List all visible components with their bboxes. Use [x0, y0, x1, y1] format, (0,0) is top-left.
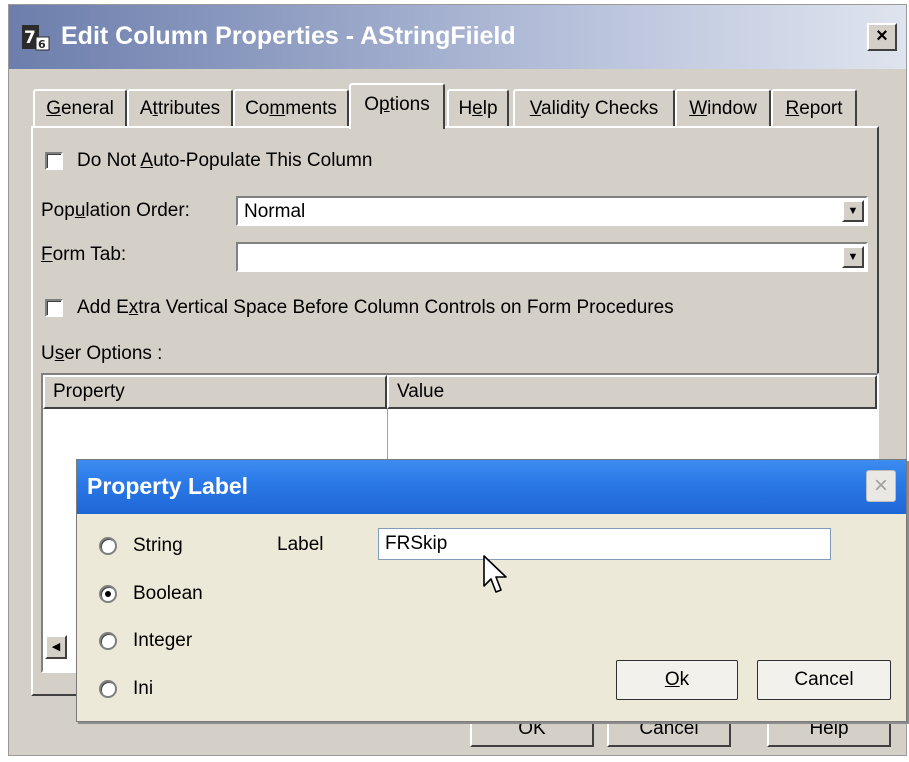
- label-input[interactable]: FRSkip: [378, 528, 831, 560]
- property-label-title-bar[interactable]: Property Label ×: [77, 460, 906, 514]
- tab-comments[interactable]: Comments: [233, 89, 349, 127]
- mouse-pointer-icon: [483, 555, 507, 593]
- no-autopopulate-label: Do Not Auto-Populate This Column: [77, 150, 373, 171]
- extra-space-label: Add Extra Vertical Space Before Column C…: [77, 297, 674, 318]
- tab-help[interactable]: Help: [447, 89, 509, 127]
- radio-string[interactable]: [99, 537, 117, 555]
- property-label-title: Property Label: [87, 473, 249, 499]
- tab-general[interactable]: General: [33, 89, 127, 127]
- dialog-ok-button[interactable]: Ok: [616, 660, 738, 700]
- radio-ini[interactable]: [99, 680, 117, 698]
- dropdown-arrow-icon[interactable]: ▼: [842, 200, 864, 222]
- form-tab-select[interactable]: ▼: [236, 242, 868, 272]
- tab-report[interactable]: Report: [771, 89, 857, 127]
- tab-validity-checks[interactable]: Validity Checks: [513, 89, 675, 127]
- no-autopopulate-checkbox[interactable]: [45, 152, 63, 170]
- population-order-select[interactable]: Normal ▼: [236, 196, 868, 226]
- tab-window[interactable]: Window: [675, 89, 771, 127]
- radio-boolean[interactable]: [99, 585, 117, 603]
- close-button[interactable]: ×: [867, 23, 897, 51]
- close-icon[interactable]: ×: [866, 470, 896, 502]
- grid-header-value[interactable]: Value: [387, 375, 877, 409]
- dialog-cancel-button[interactable]: Cancel: [757, 660, 891, 700]
- population-order-label: Population Order:: [41, 200, 190, 221]
- dropdown-arrow-icon[interactable]: ▼: [842, 246, 864, 268]
- label-caption: Label: [277, 534, 324, 555]
- tab-attributes[interactable]: Attributes: [127, 89, 233, 127]
- radio-integer-label: Integer: [133, 630, 193, 651]
- svg-text:6: 6: [38, 38, 46, 51]
- tab-options[interactable]: Options: [349, 83, 445, 129]
- radio-string-label: String: [133, 535, 183, 556]
- population-order-value: Normal: [244, 201, 306, 222]
- radio-integer[interactable]: [99, 632, 117, 650]
- window-title: Edit Column Properties - AStringFiield: [61, 22, 516, 50]
- radio-ini-label: Ini: [133, 678, 154, 699]
- extra-space-checkbox[interactable]: [45, 299, 63, 317]
- radio-boolean-label: Boolean: [133, 583, 203, 604]
- form-tab-label: Form Tab:: [41, 244, 127, 265]
- scroll-left-arrow-icon[interactable]: ◀: [45, 635, 67, 659]
- grid-header-property[interactable]: Property: [43, 375, 387, 409]
- title-bar[interactable]: 7 6 Edit Column Properties - AStringFiie…: [9, 5, 906, 69]
- app-icon: 7 6: [22, 25, 50, 51]
- svg-text:7: 7: [24, 28, 36, 48]
- user-options-label: User Options :: [41, 343, 163, 364]
